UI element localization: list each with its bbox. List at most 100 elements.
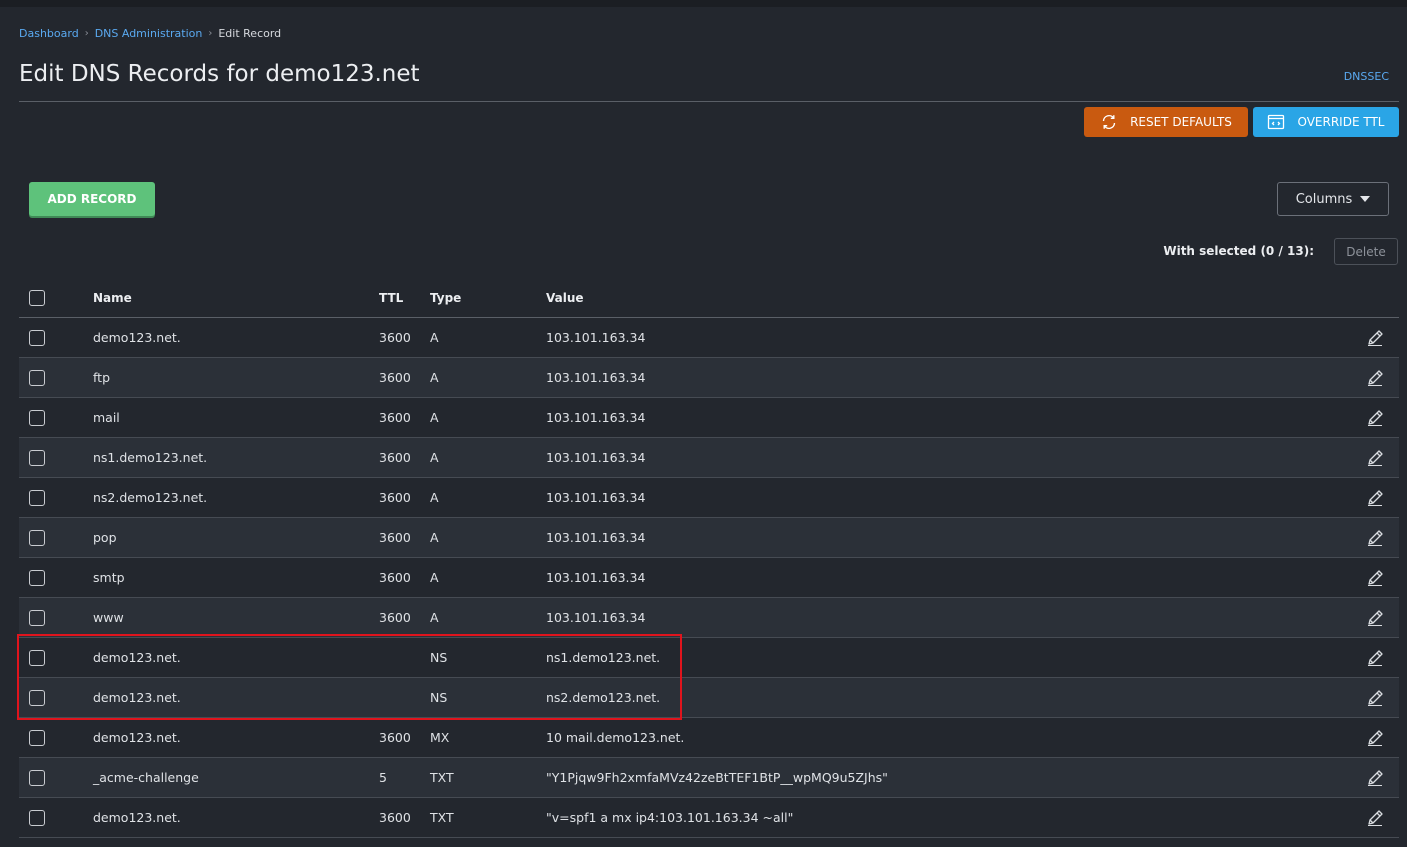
- breadcrumb: Dashboard › DNS Administration › Edit Re…: [19, 27, 281, 40]
- edit-pencil-icon[interactable]: [1365, 678, 1385, 717]
- record-type: A: [430, 570, 439, 585]
- record-type: A: [430, 370, 439, 385]
- record-value: 103.101.163.34: [546, 330, 646, 345]
- table-row: www 3600 A 103.101.163.34: [19, 598, 1399, 638]
- record-name: demo123.net.: [93, 650, 181, 665]
- row-checkbox[interactable]: [29, 329, 45, 346]
- record-type: A: [430, 490, 439, 505]
- row-checkbox[interactable]: [29, 409, 45, 426]
- record-name: demo123.net.: [93, 810, 181, 825]
- table-row: demo123.net. 3600 MX 10 mail.demo123.net.: [19, 718, 1399, 758]
- edit-pencil-icon[interactable]: [1365, 558, 1385, 597]
- title-divider: [19, 101, 1399, 102]
- refresh-icon: [1100, 113, 1118, 131]
- row-checkbox[interactable]: [29, 649, 45, 666]
- table-row: _acme-challenge 5 TXT "Y1Pjqw9Fh2xmfaMVz42z…: [19, 758, 1399, 798]
- column-header-value[interactable]: Value: [546, 278, 584, 317]
- record-name: demo123.net.: [93, 690, 181, 705]
- add-record-button[interactable]: ADD RECORD: [29, 182, 155, 216]
- edit-pencil-icon[interactable]: [1365, 758, 1385, 797]
- row-checkbox[interactable]: [29, 529, 45, 546]
- edit-pencil-icon[interactable]: [1365, 598, 1385, 637]
- record-name: mail: [93, 410, 120, 425]
- breadcrumb-dashboard-link[interactable]: Dashboard: [19, 27, 79, 40]
- records-table-body: demo123.net. 3600 A 103.101.163.34 ftp 3600 A 1…: [19, 318, 1399, 838]
- top-bar: [0, 0, 1407, 7]
- record-value: 10 mail.demo123.net.: [546, 730, 685, 745]
- record-name: demo123.net.: [93, 330, 181, 345]
- record-value: ns2.demo123.net.: [546, 690, 661, 705]
- columns-dropdown[interactable]: Columns: [1277, 182, 1389, 216]
- record-ttl: 3600: [379, 370, 411, 385]
- column-header-type[interactable]: Type: [430, 278, 461, 317]
- record-type: A: [430, 450, 439, 465]
- record-name: www: [93, 610, 124, 625]
- record-value: 103.101.163.34: [546, 530, 646, 545]
- record-name: ns2.demo123.net.: [93, 490, 208, 505]
- select-all-checkbox[interactable]: [29, 289, 45, 306]
- edit-pencil-icon[interactable]: [1365, 798, 1385, 837]
- table-header: Name TTL Type Value: [19, 278, 1399, 318]
- row-checkbox[interactable]: [29, 809, 45, 826]
- record-value: 103.101.163.34: [546, 370, 646, 385]
- edit-pencil-icon[interactable]: [1365, 478, 1385, 517]
- with-selected-label: With selected (0 / 13):: [1163, 244, 1314, 258]
- record-value: 103.101.163.34: [546, 490, 646, 505]
- reset-defaults-label: RESET DEFAULTS: [1130, 115, 1232, 129]
- breadcrumb-separator-icon: ›: [84, 28, 89, 39]
- record-type: MX: [430, 730, 450, 745]
- record-type: A: [430, 330, 439, 345]
- row-checkbox[interactable]: [29, 729, 45, 746]
- record-name: pop: [93, 530, 117, 545]
- record-value: "Y1Pjqw9Fh2xmfaMVz42zeBtTEF1BtP__wpMQ9u5…: [546, 770, 888, 785]
- breadcrumb-current: Edit Record: [218, 27, 282, 40]
- record-name: ftp: [93, 370, 111, 385]
- edit-pencil-icon[interactable]: [1365, 318, 1385, 357]
- record-type: A: [430, 530, 439, 545]
- breadcrumb-dns-administration-link[interactable]: DNS Administration: [95, 27, 203, 40]
- record-name: ns1.demo123.net.: [93, 450, 208, 465]
- table-row: ftp 3600 A 103.101.163.34: [19, 358, 1399, 398]
- row-checkbox[interactable]: [29, 609, 45, 626]
- row-checkbox[interactable]: [29, 569, 45, 586]
- table-row: smtp 3600 A 103.101.163.34: [19, 558, 1399, 598]
- edit-pencil-icon[interactable]: [1365, 358, 1385, 397]
- row-checkbox[interactable]: [29, 689, 45, 706]
- edit-pencil-icon[interactable]: [1365, 398, 1385, 437]
- delete-button[interactable]: Delete: [1334, 238, 1398, 265]
- record-value: 103.101.163.34: [546, 610, 646, 625]
- reset-defaults-button[interactable]: RESET DEFAULTS: [1084, 107, 1248, 137]
- edit-pencil-icon[interactable]: [1365, 638, 1385, 677]
- dnssec-link[interactable]: DNSSEC: [1344, 70, 1389, 83]
- table-row: demo123.net. NS ns2.demo123.net.: [19, 678, 1399, 718]
- record-value: 103.101.163.34: [546, 570, 646, 585]
- record-ttl: 3600: [379, 570, 411, 585]
- caret-down-icon: [1360, 196, 1371, 202]
- row-checkbox[interactable]: [29, 769, 45, 786]
- table-row: demo123.net. 3600 A 103.101.163.34: [19, 318, 1399, 358]
- record-type: NS: [430, 690, 448, 705]
- record-name: smtp: [93, 570, 125, 585]
- record-name: _acme-challenge: [93, 770, 199, 785]
- record-ttl: 3600: [379, 530, 411, 545]
- record-type: NS: [430, 650, 448, 665]
- row-checkbox[interactable]: [29, 369, 45, 386]
- row-checkbox[interactable]: [29, 489, 45, 506]
- record-type: TXT: [430, 810, 454, 825]
- edit-pencil-icon[interactable]: [1365, 718, 1385, 757]
- record-value: 103.101.163.34: [546, 410, 646, 425]
- row-checkbox[interactable]: [29, 449, 45, 466]
- record-ttl: 3600: [379, 410, 411, 425]
- table-row: mail 3600 A 103.101.163.34: [19, 398, 1399, 438]
- edit-pencil-icon[interactable]: [1365, 438, 1385, 477]
- breadcrumb-separator-icon: ›: [208, 28, 213, 39]
- edit-pencil-icon[interactable]: [1365, 518, 1385, 557]
- code-window-icon: [1267, 113, 1285, 131]
- column-header-name[interactable]: Name: [93, 278, 132, 317]
- override-ttl-button[interactable]: OVERRIDE TTL: [1253, 107, 1399, 137]
- table-row: demo123.net. 3600 TXT "v=spf1 a mx ip4:103.…: [19, 798, 1399, 838]
- record-ttl: 3600: [379, 330, 411, 345]
- record-value: ns1.demo123.net.: [546, 650, 661, 665]
- table-row: ns2.demo123.net. 3600 A 103.101.163.34: [19, 478, 1399, 518]
- column-header-ttl[interactable]: TTL: [379, 278, 403, 317]
